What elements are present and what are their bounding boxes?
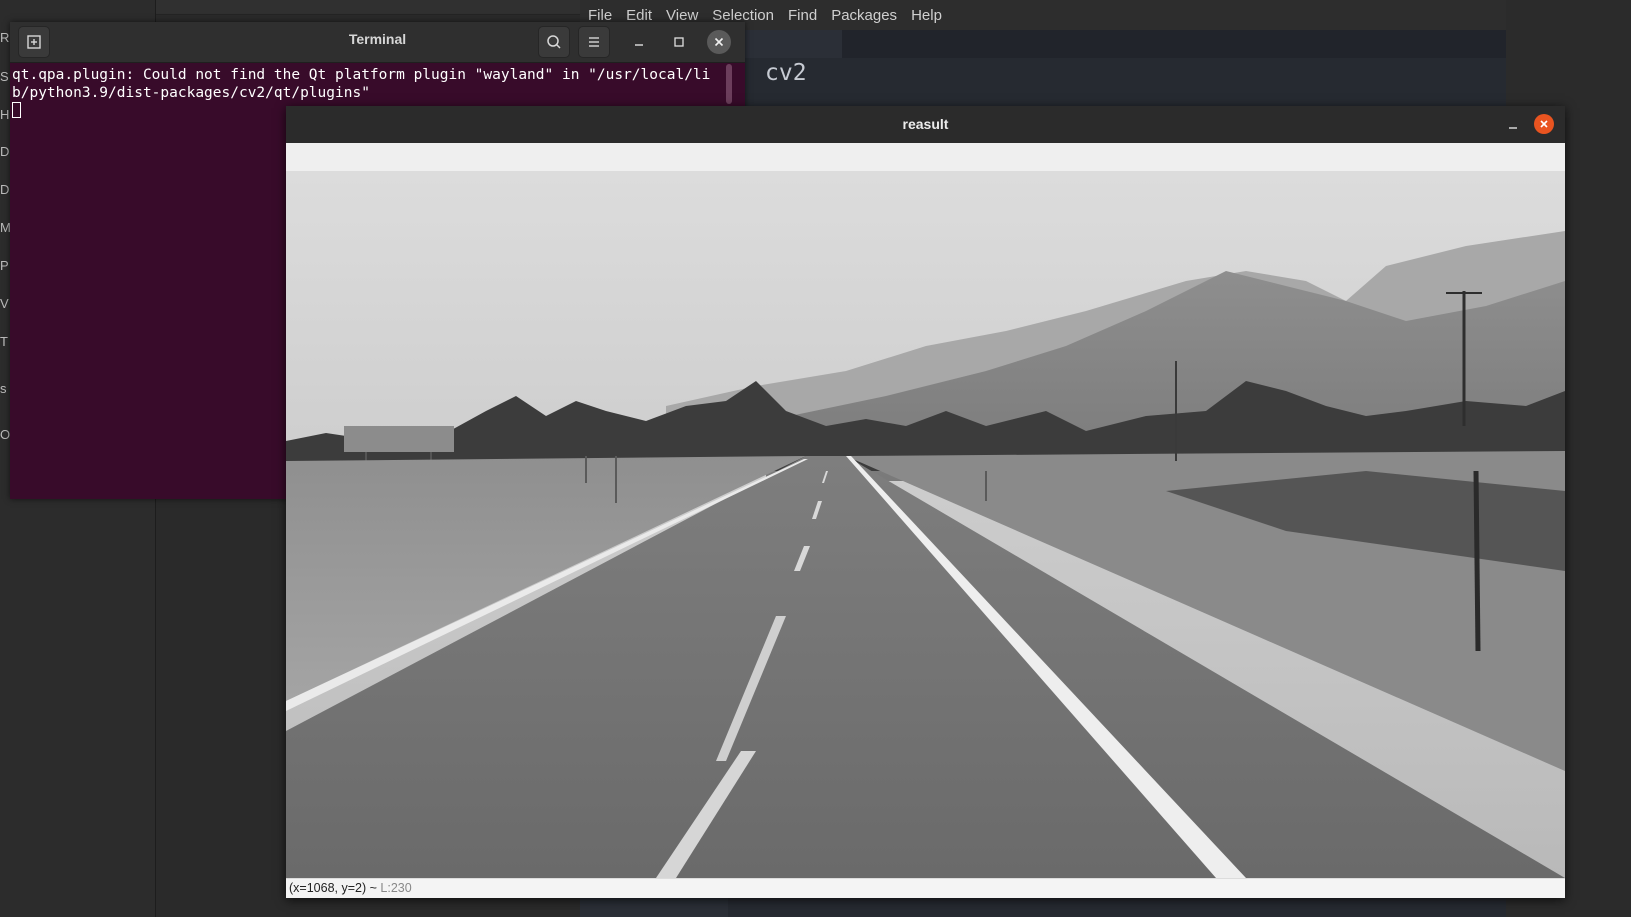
result-window[interactable]: reasult (x=1068, y=2) ~ L:230 (286, 106, 1565, 898)
file-manager-label: s (0, 381, 7, 396)
road-scene-image (286, 171, 1565, 878)
result-statusbar: (x=1068, y=2) ~ L:230 (286, 878, 1565, 898)
result-title: reasult (902, 116, 949, 132)
status-pixel-value: L:230 (380, 881, 412, 895)
menu-file[interactable]: File (588, 7, 612, 24)
menu-help[interactable]: Help (911, 7, 942, 24)
search-icon (547, 35, 561, 49)
file-manager-label: V (0, 296, 9, 311)
file-manager-label: T (0, 334, 8, 349)
status-coordinates: (x=1068, y=2) ~ (289, 881, 381, 895)
terminal-line: b/python3.9/dist-packages/cv2/qt/plugins… (12, 85, 370, 101)
menu-view[interactable]: View (666, 7, 698, 24)
maximize-button[interactable] (667, 30, 691, 54)
maximize-icon (674, 37, 684, 47)
result-toolbar (286, 143, 1565, 171)
terminal-cursor (12, 102, 21, 118)
menu-button[interactable] (578, 26, 610, 58)
close-icon (1540, 120, 1548, 128)
result-image[interactable] (286, 171, 1565, 878)
file-manager-label: S (0, 69, 9, 84)
file-manager-label: D (0, 182, 10, 197)
close-button[interactable] (707, 30, 731, 54)
menu-find[interactable]: Find (788, 7, 817, 24)
minimize-button[interactable] (627, 30, 651, 54)
menu-selection[interactable]: Selection (712, 7, 774, 24)
menu-packages[interactable]: Packages (831, 7, 897, 24)
file-manager-label: H (0, 107, 10, 122)
result-titlebar[interactable]: reasult (286, 106, 1565, 143)
search-button[interactable] (538, 26, 570, 58)
close-icon (714, 37, 724, 47)
terminal-titlebar[interactable]: Terminal (10, 22, 745, 63)
minimize-icon (1509, 127, 1517, 129)
result-minimize-button[interactable] (1502, 114, 1524, 136)
terminal-line: qt.qpa.plugin: Could not find the Qt pla… (12, 67, 711, 83)
file-manager-label: O (0, 427, 11, 442)
editor-code-text[interactable]: cv2 (765, 60, 807, 86)
file-manager-label: D (0, 144, 10, 159)
hamburger-menu-icon (589, 37, 599, 47)
result-close-button[interactable] (1534, 114, 1554, 134)
menu-edit[interactable]: Edit (626, 7, 652, 24)
terminal-scrollbar[interactable] (726, 64, 732, 104)
file-manager-label: R (0, 30, 10, 45)
minimize-icon (635, 44, 643, 46)
file-manager-label: P (0, 258, 9, 273)
